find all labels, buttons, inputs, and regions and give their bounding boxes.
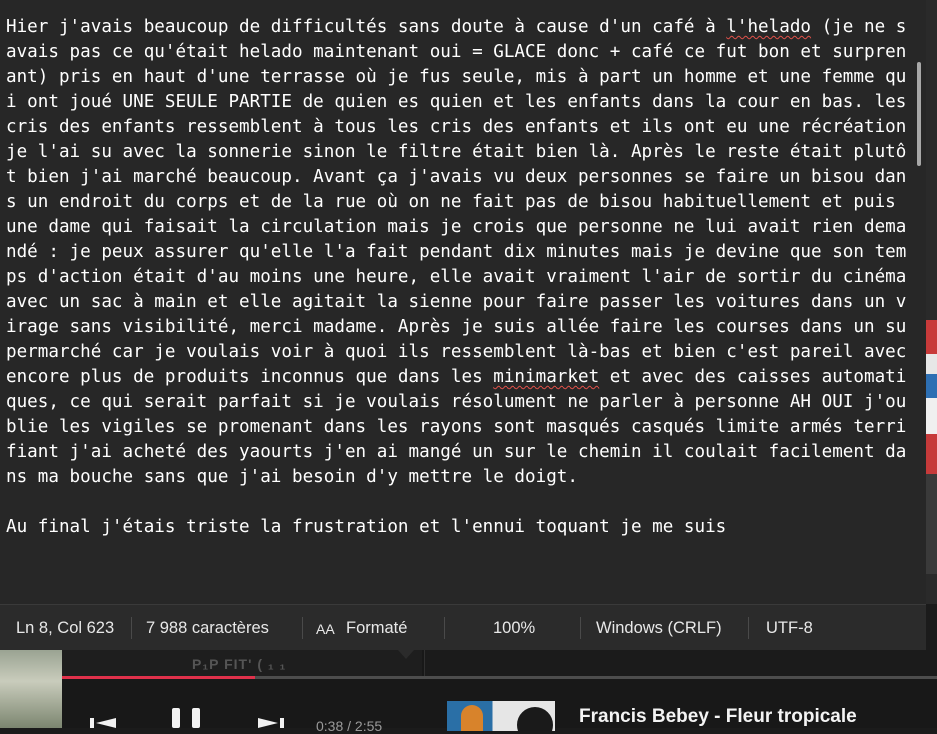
background-window-edge: [0, 650, 62, 728]
background-window-edge: [926, 0, 937, 604]
line-ending[interactable]: Windows (CRLF): [596, 619, 722, 638]
editor-text-segment: et avec des caisses automatiques, ce qui…: [6, 367, 907, 537]
status-divider: [748, 617, 749, 639]
track-title[interactable]: Francis Bebey - Fleur tropicale: [579, 706, 857, 728]
status-divider: [302, 617, 303, 639]
status-bar: Ln 8, Col 623 7 988 caractères AA Format…: [0, 604, 926, 650]
album-art[interactable]: [447, 701, 555, 731]
player-header-right: [424, 650, 937, 676]
character-count: 7 988 caractères: [146, 619, 269, 637]
progress-fill: [62, 676, 255, 679]
status-divider: [580, 617, 581, 639]
caret-icon: [398, 650, 414, 659]
editor-text-segment: Hier j'avais beaucoup de difficultés san…: [6, 17, 727, 37]
previous-track-icon[interactable]: [88, 706, 120, 728]
next-track-icon[interactable]: [254, 706, 286, 728]
status-divider: [444, 617, 445, 639]
editor-text-segment: (je ne savais pas ce qu'était helado mai…: [6, 17, 907, 387]
format-toggle[interactable]: Formaté: [346, 619, 407, 638]
pause-icon[interactable]: [168, 706, 208, 728]
cursor-position[interactable]: Ln 8, Col 623: [16, 619, 114, 638]
misspelled-word[interactable]: l'helado: [726, 17, 811, 37]
music-player: P₁P FIT' ( ₁ ₁ 0:38 / 2:55 Francis Bebey…: [0, 650, 937, 734]
scrollbar-thumb[interactable]: [917, 62, 921, 166]
misspelled-word[interactable]: minimarket: [493, 367, 599, 387]
player-header-left: P₁P FIT' ( ₁ ₁: [62, 650, 422, 676]
status-divider: [131, 617, 132, 639]
zoom-level[interactable]: 100%: [493, 619, 535, 638]
encoding[interactable]: UTF-8: [766, 619, 813, 638]
faded-text: P₁P FIT' ( ₁ ₁: [192, 656, 287, 672]
notepad-editor[interactable]: Hier j'avais beaucoup de difficultés san…: [0, 0, 926, 604]
album-art-figure: [461, 705, 483, 731]
editor-text-area[interactable]: Hier j'avais beaucoup de difficultés san…: [6, 15, 911, 540]
album-art-seal: [515, 705, 555, 731]
playback-time: 0:38 / 2:55: [316, 718, 383, 734]
format-icon: AA: [316, 621, 335, 637]
